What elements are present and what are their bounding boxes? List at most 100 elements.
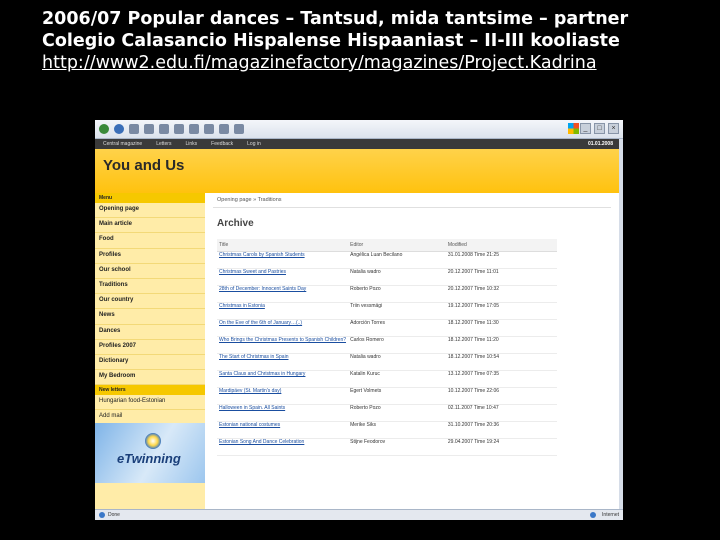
table-row: 28th of December: Innocent Saints Day Rob… — [217, 285, 557, 303]
table-row: Christmas Sweet and Pastries Natalia wadr… — [217, 268, 557, 286]
table-row: Christmas in Estonia Triin vessmägi 19.12.… — [217, 302, 557, 320]
table-row: Santa Claus and Christmas in Hungary Kata… — [217, 370, 557, 388]
nav-letters[interactable]: Letters — [156, 141, 171, 147]
magazine-link[interactable]: http://www2.edu.fi/magazinefactory/magaz… — [42, 52, 682, 74]
row-modified: 18.12.2007 Time 11:20 — [445, 336, 557, 354]
row-editor: Natalia wadro — [348, 353, 446, 371]
home-icon[interactable] — [159, 124, 169, 134]
back-icon[interactable] — [99, 124, 109, 134]
sidebar-heading: Menu — [95, 193, 205, 203]
browser-toolbar: _ □ × — [95, 120, 623, 139]
site-brand[interactable]: You and Us — [103, 157, 184, 174]
row-editor: Triin vessmägi — [348, 302, 446, 320]
internet-zone-icon — [590, 512, 597, 518]
breadcrumb[interactable]: Opening page » Traditions — [213, 193, 611, 208]
nav-central-magazine[interactable]: Central magazine — [103, 141, 142, 147]
row-editor: Merike Siks — [348, 421, 446, 439]
sidebar-letter-item[interactable]: Hungarian food-Estonian — [95, 395, 205, 411]
sidebar-item-food[interactable]: Food — [95, 233, 205, 249]
site-banner: You and Us — [95, 149, 619, 193]
archive-table: Title Editor Modified Christmas Carols b… — [217, 239, 557, 456]
row-title-link[interactable]: Christmas Sweet and Pastries — [217, 268, 349, 286]
sidebar-heading-new-letters: New letters — [95, 385, 205, 396]
row-editor: Roberto Pozo — [348, 404, 446, 422]
column-header-modified[interactable]: Modified — [445, 239, 557, 252]
row-title-link[interactable]: The Start of Christmas in Spain — [217, 353, 349, 371]
sidebar-item-main-article[interactable]: Main article — [95, 218, 205, 234]
stop-icon[interactable] — [129, 124, 139, 134]
forward-icon[interactable] — [114, 124, 124, 134]
row-modified: 10.12.2007 Time 22:06 — [445, 387, 557, 405]
column-header-title[interactable]: Title — [217, 239, 349, 252]
row-editor: Katalin Kuruc — [348, 370, 446, 388]
row-modified: 18.12.2007 Time 11:30 — [445, 319, 557, 337]
table-row: The Start of Christmas in Spain Natalia w… — [217, 353, 557, 371]
row-title-link[interactable]: 28th of December: Innocent Saints Day — [217, 285, 349, 303]
row-modified: 20.12.2007 Time 11:01 — [445, 268, 557, 286]
table-row: Mardipäev (St. Martin's day) Egert Volmet… — [217, 387, 557, 405]
zone-label: Internet — [602, 512, 619, 518]
sidebar-item-our-country[interactable]: Our country — [95, 294, 205, 310]
refresh-icon[interactable] — [144, 124, 154, 134]
search-icon[interactable] — [174, 124, 184, 134]
nav-feedback[interactable]: Feedback — [211, 141, 233, 147]
windows-flag-icon — [568, 123, 579, 134]
row-title-link[interactable]: Who Brings the Christmas Presents to Spa… — [217, 336, 349, 354]
row-title-link[interactable]: Christmas Carols by Spanish Students — [217, 251, 349, 269]
row-modified: 29.04.2007 Time 19:24 — [445, 438, 557, 456]
favorites-icon[interactable] — [189, 124, 199, 134]
site-content: Menu Opening page Main article Food Prof… — [95, 193, 619, 509]
window-controls: _ □ × — [580, 123, 619, 134]
sidebar-item-dances[interactable]: Dances — [95, 325, 205, 340]
row-modified: 18.12.2007 Time 10:54 — [445, 353, 557, 371]
row-editor: Roberto Pozo — [348, 285, 446, 303]
slide-title-line2: Colegio Calasancio Hispalense Hispaanias… — [42, 31, 620, 51]
top-nav: Central magazine Letters Links Feedback … — [95, 139, 619, 149]
row-title-link[interactable]: Estonian Song And Dance Celebration — [217, 438, 349, 456]
sidebar-item-news[interactable]: News — [95, 309, 205, 325]
history-icon[interactable] — [204, 124, 214, 134]
security-zone: Internet — [590, 512, 619, 518]
nav-links[interactable]: Links — [185, 141, 197, 147]
mail-icon[interactable] — [219, 124, 229, 134]
browser-screenshot: _ □ × Central magazine Letters Links Fee… — [95, 120, 623, 520]
row-editor: Angélica Luan Becilano — [348, 251, 446, 269]
sidebar-item-opening-page[interactable]: Opening page — [95, 203, 205, 219]
sidebar-item-our-school[interactable]: Our school — [95, 264, 205, 279]
sidebar-item-traditions[interactable]: Traditions — [95, 279, 205, 295]
row-editor: Adorción Torres — [348, 319, 446, 337]
row-title-link[interactable]: Mardipäev (St. Martin's day) — [217, 387, 349, 405]
close-icon[interactable]: × — [608, 123, 619, 134]
sidebar: Menu Opening page Main article Food Prof… — [95, 193, 205, 509]
row-title-link[interactable]: On the Eve of the 6th of January…(..) — [217, 319, 349, 337]
sidebar-item-dictionary[interactable]: Dictionary — [95, 355, 205, 371]
sidebar-item-profiles[interactable]: Profiles — [95, 249, 205, 264]
row-modified: 02.11.2007 Time 10:47 — [445, 404, 557, 422]
sidebar-item-my-bedroom[interactable]: My Bedroom — [95, 370, 205, 386]
status-text: Done — [108, 512, 120, 518]
table-row: Estonian national costumes Merike Siks 31.… — [217, 421, 557, 439]
table-row: On the Eve of the 6th of January…(..) Ado… — [217, 319, 557, 337]
nav-log-in[interactable]: Log in — [247, 141, 261, 147]
row-title-link[interactable]: Estonian national costumes — [217, 421, 349, 439]
row-title-link[interactable]: Halloween in Spain. All Saints — [217, 404, 349, 422]
page-title: Archive — [217, 218, 254, 229]
row-modified: 31.01.2008 Time 21:25 — [445, 251, 557, 269]
sidebar-item-profiles-2007[interactable]: Profiles 2007 — [95, 340, 205, 355]
main-content: Opening page » Traditions Archive Title … — [205, 193, 619, 509]
vertical-scrollbar[interactable] — [619, 139, 623, 509]
website: Central magazine Letters Links Feedback … — [95, 139, 619, 509]
minimize-icon[interactable]: _ — [580, 123, 591, 134]
etwinning-logo: eTwinning — [117, 451, 181, 466]
etwinning-banner[interactable]: eTwinning — [95, 423, 205, 483]
page-icon — [99, 512, 105, 518]
row-modified: 19.12.2007 Time 17:05 — [445, 302, 557, 320]
maximize-icon[interactable]: □ — [594, 123, 605, 134]
row-title-link[interactable]: Santa Claus and Christmas in Hungary — [217, 370, 349, 388]
etwinning-star-icon — [145, 433, 161, 449]
column-header-editor[interactable]: Editor — [348, 239, 446, 252]
row-title-link[interactable]: Christmas in Estonia — [217, 302, 349, 320]
row-modified: 13.12.2007 Time 07:35 — [445, 370, 557, 388]
print-icon[interactable] — [234, 124, 244, 134]
table-row: Christmas Carols by Spanish Students Angé… — [217, 251, 557, 269]
